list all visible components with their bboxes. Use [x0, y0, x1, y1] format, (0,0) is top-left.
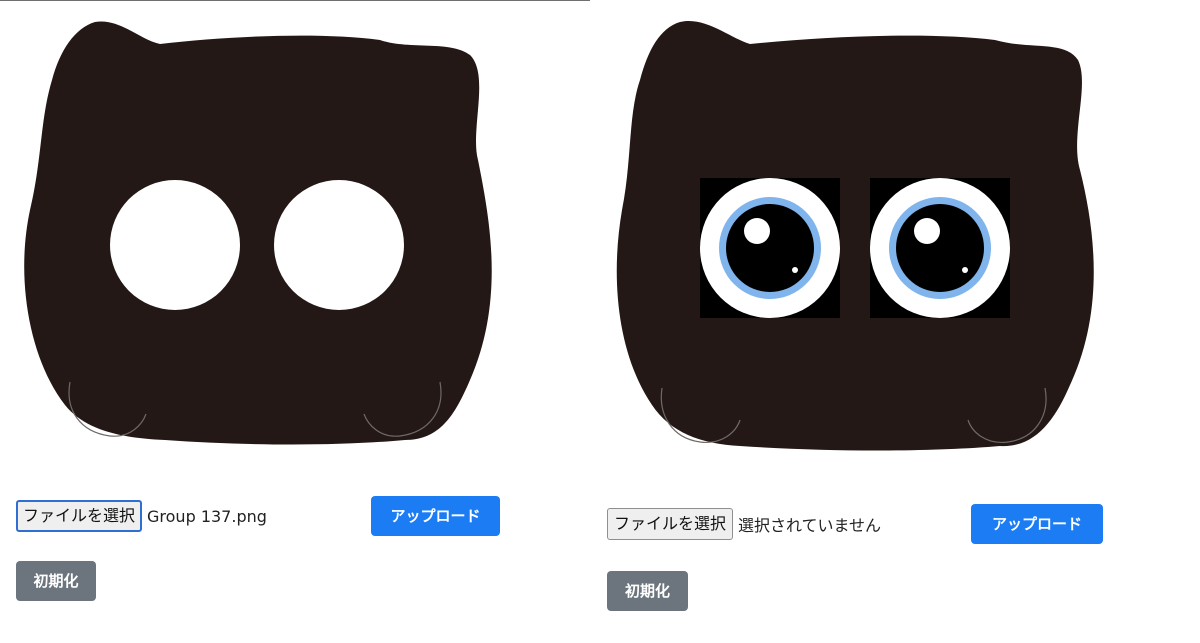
right-eye-highlight-small	[962, 267, 968, 273]
right-eye-highlight-large	[914, 218, 940, 244]
cat-body	[616, 20, 1094, 451]
choose-file-button[interactable]: ファイルを選択	[607, 508, 734, 540]
cat-image-with-eyes	[616, 20, 1094, 451]
upload-button[interactable]: アップロード	[371, 496, 500, 536]
cat-body	[24, 21, 492, 445]
reset-button[interactable]: 初期化	[607, 571, 688, 611]
left-eye-highlight-small	[792, 267, 798, 273]
file-input[interactable]: ファイルを選択 Group 137.png	[16, 500, 267, 532]
left-panel: ファイルを選択 Group 137.png アップロード 初期化	[0, 0, 600, 643]
file-input[interactable]: ファイルを選択 選択されていません	[607, 508, 881, 540]
cat-image-blank-eyes	[24, 21, 492, 445]
left-eye	[700, 178, 840, 318]
reset-button[interactable]: 初期化	[16, 561, 96, 601]
right-panel: ファイルを選択 選択されていません アップロード 初期化	[600, 0, 1200, 643]
selected-file-name: Group 137.png	[147, 506, 267, 526]
left-eye-highlight-large	[744, 218, 770, 244]
upload-button[interactable]: アップロード	[971, 504, 1103, 544]
right-eye-blank	[274, 180, 404, 310]
no-file-selected-text: 選択されていません	[738, 516, 882, 535]
left-eye-blank	[110, 180, 240, 310]
choose-file-button[interactable]: ファイルを選択	[16, 500, 143, 532]
right-eye	[870, 178, 1010, 318]
